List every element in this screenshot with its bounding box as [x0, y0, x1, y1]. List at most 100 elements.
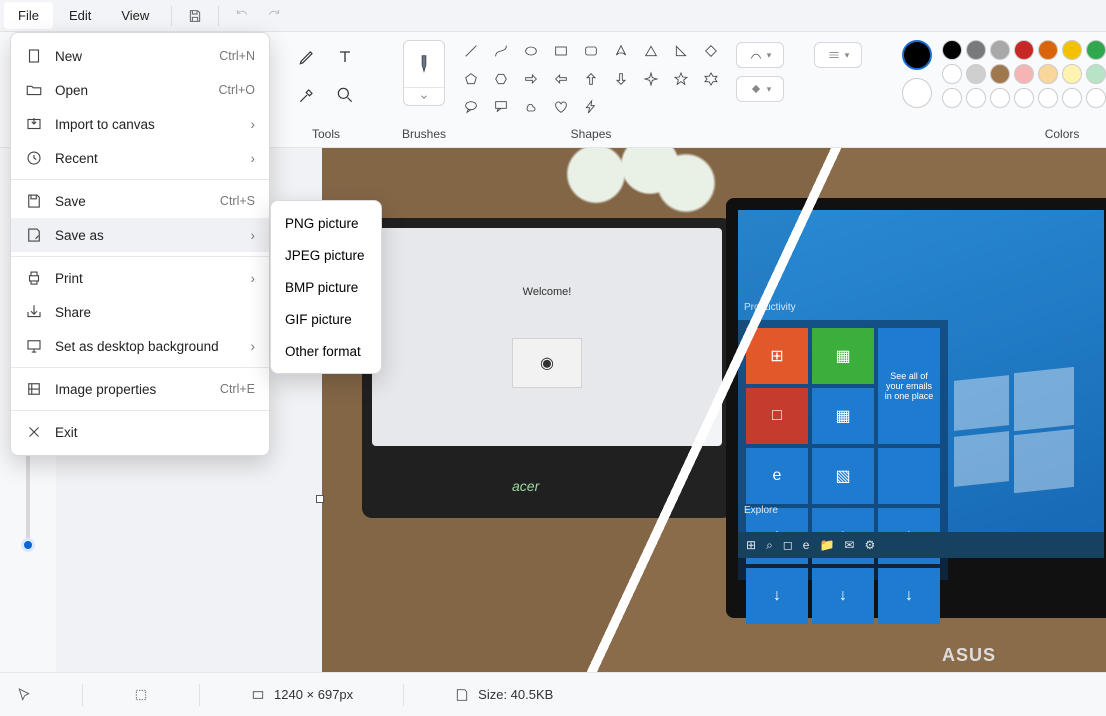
new-file-icon — [25, 47, 43, 65]
color-swatch[interactable] — [1038, 40, 1058, 60]
empty-swatch[interactable] — [990, 88, 1010, 108]
save-as-other[interactable]: Other format — [271, 335, 379, 367]
triangle-shape-icon[interactable] — [640, 40, 662, 62]
menu-exit[interactable]: Exit — [11, 415, 269, 449]
save-icon — [25, 192, 43, 210]
empty-swatch[interactable] — [1086, 88, 1106, 108]
save-as-jpeg[interactable]: JPEG picture — [271, 239, 379, 271]
menu-new[interactable]: NewCtrl+N — [11, 39, 269, 73]
chevron-right-icon: › — [251, 271, 256, 286]
color-swatch[interactable] — [942, 40, 962, 60]
star4-shape-icon[interactable] — [640, 68, 662, 90]
menu-save-as[interactable]: Save as› — [11, 218, 269, 252]
import-icon — [25, 115, 43, 133]
color-palette — [942, 40, 1106, 108]
shape-fill-button[interactable]: ▾ — [736, 76, 784, 102]
magnifier-tool-icon[interactable] — [328, 78, 362, 112]
menu-set-background[interactable]: Set as desktop background› — [11, 329, 269, 363]
lightning-shape-icon[interactable] — [580, 96, 602, 118]
menu-edit[interactable]: Edit — [55, 2, 105, 29]
menu-recent[interactable]: Recent› — [11, 141, 269, 175]
arrow-right-shape-icon[interactable] — [520, 68, 542, 90]
empty-swatch[interactable] — [942, 88, 962, 108]
heart-shape-icon[interactable] — [550, 96, 572, 118]
redo-icon[interactable] — [259, 1, 289, 31]
brushes-label: Brushes — [402, 127, 446, 141]
brush-picker[interactable] — [403, 40, 445, 106]
menu-share[interactable]: Share — [11, 295, 269, 329]
color-swatch[interactable] — [1038, 64, 1058, 84]
canvas-image[interactable]: Welcome! ◉ acer Productivity ⊞ ▦ See all… — [322, 148, 1106, 672]
color-swatch[interactable] — [942, 64, 962, 84]
chevron-right-icon: › — [251, 117, 256, 132]
color-swatch[interactable] — [1014, 64, 1034, 84]
line-shape-icon[interactable] — [460, 40, 482, 62]
empty-swatch[interactable] — [966, 88, 986, 108]
roundrect-shape-icon[interactable] — [580, 40, 602, 62]
color2-swatch[interactable] — [902, 78, 932, 108]
colors-label: Colors — [1045, 127, 1080, 141]
empty-swatch[interactable] — [1038, 88, 1058, 108]
curve-shape-icon[interactable] — [490, 40, 512, 62]
callout-cloud-shape-icon[interactable] — [520, 96, 542, 118]
clock-icon — [25, 149, 43, 167]
color-swatch[interactable] — [1014, 40, 1034, 60]
selection-size — [133, 687, 149, 703]
oval-shape-icon[interactable] — [520, 40, 542, 62]
arrow-up-shape-icon[interactable] — [580, 68, 602, 90]
diamond-shape-icon[interactable] — [700, 40, 722, 62]
image-dimensions: 1240 × 697px — [250, 687, 353, 703]
save-as-bmp[interactable]: BMP picture — [271, 271, 379, 303]
empty-swatch[interactable] — [1014, 88, 1034, 108]
save-as-submenu: PNG picture JPEG picture BMP picture GIF… — [270, 200, 382, 374]
menu-file[interactable]: File — [4, 2, 53, 29]
desktop-icon — [25, 337, 43, 355]
resize-handle[interactable] — [316, 495, 324, 503]
menu-view[interactable]: View — [107, 2, 163, 29]
menu-open[interactable]: OpenCtrl+O — [11, 73, 269, 107]
chevron-right-icon: › — [251, 228, 256, 243]
color-swatch[interactable] — [1086, 64, 1106, 84]
menu-import[interactable]: Import to canvas› — [11, 107, 269, 141]
undo-icon[interactable] — [227, 1, 257, 31]
zoom-slider-thumb[interactable] — [21, 538, 35, 552]
star6-shape-icon[interactable] — [700, 68, 722, 90]
color-swatch[interactable] — [966, 64, 986, 84]
menu-save[interactable]: SaveCtrl+S — [11, 184, 269, 218]
status-bar: 1240 × 697px Size: 40.5KB — [0, 672, 1106, 716]
shapes-group: Shapes — [476, 38, 706, 145]
shape-outline-button[interactable]: ▾ — [736, 42, 784, 68]
hexagon-shape-icon[interactable] — [490, 68, 512, 90]
rect-shape-icon[interactable] — [550, 40, 572, 62]
color1-swatch[interactable] — [902, 40, 932, 70]
menu-print[interactable]: Print› — [11, 261, 269, 295]
callout-rect-shape-icon[interactable] — [490, 96, 512, 118]
menu-image-properties[interactable]: Image propertiesCtrl+E — [11, 372, 269, 406]
arrow-left-shape-icon[interactable] — [550, 68, 572, 90]
color-swatch[interactable] — [990, 40, 1010, 60]
menu-bar: File Edit View — [0, 0, 1106, 32]
save-as-gif[interactable]: GIF picture — [271, 303, 379, 335]
callout-round-shape-icon[interactable] — [460, 96, 482, 118]
shapes-gallery[interactable] — [460, 40, 722, 118]
color-swatch[interactable] — [1062, 40, 1082, 60]
color-swatch[interactable] — [1086, 40, 1106, 60]
shapes-label: Shapes — [571, 127, 612, 141]
star5-shape-icon[interactable] — [670, 68, 692, 90]
pencil-tool-icon[interactable] — [290, 40, 324, 74]
stroke-width-button[interactable]: ▾ — [814, 42, 862, 68]
polygon-shape-icon[interactable] — [610, 40, 632, 62]
save-icon[interactable] — [180, 1, 210, 31]
arrow-down-shape-icon[interactable] — [610, 68, 632, 90]
empty-swatch[interactable] — [1062, 88, 1082, 108]
save-as-png[interactable]: PNG picture — [271, 207, 379, 239]
right-triangle-shape-icon[interactable] — [670, 40, 692, 62]
color-swatch[interactable] — [1062, 64, 1082, 84]
text-tool-icon[interactable] — [328, 40, 362, 74]
chevron-right-icon: › — [251, 339, 256, 354]
file-size: Size: 40.5KB — [454, 687, 553, 703]
color-swatch[interactable] — [990, 64, 1010, 84]
color-swatch[interactable] — [966, 40, 986, 60]
eyedropper-tool-icon[interactable] — [290, 78, 324, 112]
pentagon-shape-icon[interactable] — [460, 68, 482, 90]
